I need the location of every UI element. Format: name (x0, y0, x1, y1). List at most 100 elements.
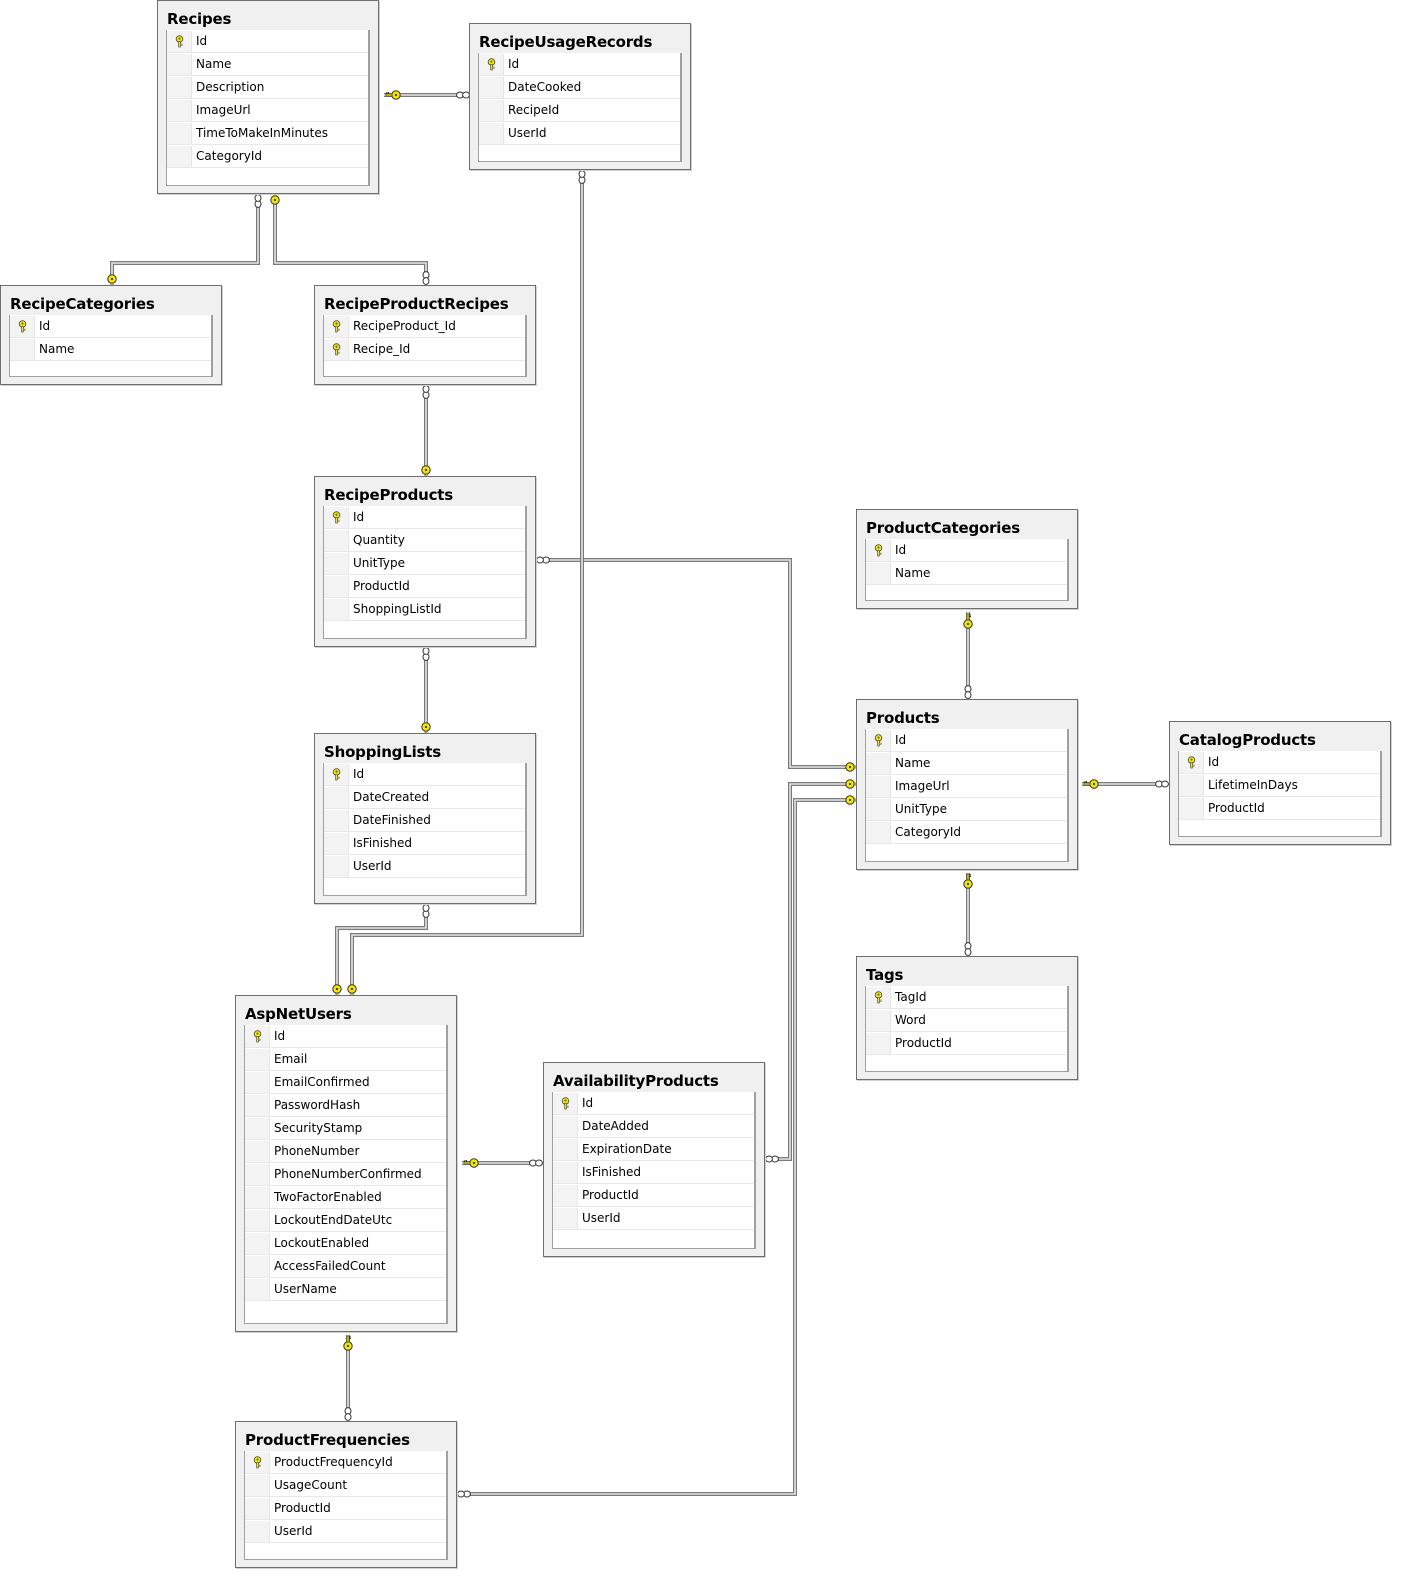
row-selector[interactable] (324, 763, 349, 785)
row-selector[interactable] (245, 1278, 270, 1300)
row-selector[interactable] (10, 315, 35, 337)
column-row[interactable]: Word (866, 1009, 1067, 1032)
table-availabilityProducts[interactable]: AvailabilityProducts Id DateAdded Expira… (543, 1062, 765, 1257)
column-row[interactable]: UsageCount (245, 1474, 446, 1497)
row-selector[interactable] (167, 99, 192, 121)
row-selector[interactable] (324, 832, 349, 854)
row-selector[interactable] (324, 598, 349, 620)
row-selector[interactable] (1179, 751, 1204, 773)
column-row[interactable]: Name (10, 338, 211, 361)
column-row[interactable]: PasswordHash (245, 1094, 446, 1117)
row-selector[interactable] (245, 1232, 270, 1254)
column-row[interactable]: EmailConfirmed (245, 1071, 446, 1094)
row-selector[interactable] (324, 552, 349, 574)
row-selector[interactable] (245, 1071, 270, 1093)
row-selector[interactable] (245, 1186, 270, 1208)
row-selector[interactable] (324, 855, 349, 877)
column-row[interactable]: RecipeProduct_Id (324, 315, 525, 338)
column-row[interactable]: Id (324, 506, 525, 529)
column-row[interactable]: TagId (866, 986, 1067, 1009)
row-selector[interactable] (324, 809, 349, 831)
column-row[interactable]: Id (866, 539, 1067, 562)
rel-products-ap[interactable] (768, 782, 850, 1161)
column-row[interactable]: DateAdded (553, 1115, 754, 1138)
row-selector[interactable] (866, 821, 891, 843)
row-selector[interactable] (324, 575, 349, 597)
row-selector[interactable] (167, 122, 192, 144)
row-selector[interactable] (167, 30, 192, 52)
column-row[interactable]: LifetimeInDays (1179, 774, 1380, 797)
table-shoppingLists[interactable]: ShoppingLists Id DateCreated DateFinishe… (314, 733, 536, 904)
row-selector[interactable] (324, 506, 349, 528)
row-selector[interactable] (479, 53, 504, 75)
column-row[interactable]: Quantity (324, 529, 525, 552)
row-selector[interactable] (553, 1115, 578, 1137)
column-row[interactable]: TimeToMakeInMinutes (167, 122, 368, 145)
column-row[interactable]: UnitType (866, 798, 1067, 821)
column-row[interactable]: RecipeId (479, 99, 680, 122)
column-row[interactable]: ProductFrequencyId (245, 1451, 446, 1474)
row-selector[interactable] (245, 1520, 270, 1542)
row-selector[interactable] (245, 1474, 270, 1496)
row-selector[interactable] (245, 1209, 270, 1231)
row-selector[interactable] (866, 986, 891, 1008)
column-row[interactable]: Recipe_Id (324, 338, 525, 361)
column-row[interactable]: ImageUrl (167, 99, 368, 122)
row-selector[interactable] (245, 1451, 270, 1473)
row-selector[interactable] (553, 1161, 578, 1183)
row-selector[interactable] (245, 1025, 270, 1047)
column-row[interactable]: ProductId (245, 1497, 446, 1520)
table-products[interactable]: Products Id Name ImageUrl UnitType Categ… (856, 699, 1078, 870)
column-row[interactable]: Id (324, 763, 525, 786)
column-row[interactable]: PhoneNumber (245, 1140, 446, 1163)
row-selector[interactable] (245, 1140, 270, 1162)
column-row[interactable]: Name (866, 752, 1067, 775)
row-selector[interactable] (866, 1009, 891, 1031)
row-selector[interactable] (553, 1138, 578, 1160)
row-selector[interactable] (866, 539, 891, 561)
column-row[interactable]: DateFinished (324, 809, 525, 832)
column-row[interactable]: Description (167, 76, 368, 99)
row-selector[interactable] (324, 529, 349, 551)
row-selector[interactable] (324, 315, 349, 337)
row-selector[interactable] (479, 122, 504, 144)
rel-categories-recipes[interactable] (110, 196, 260, 280)
row-selector[interactable] (245, 1117, 270, 1139)
row-selector[interactable] (1179, 797, 1204, 819)
row-selector[interactable] (866, 562, 891, 584)
row-selector[interactable] (479, 99, 504, 121)
table-recipeCategories[interactable]: RecipeCategories Id Name (0, 285, 222, 385)
column-row[interactable]: TwoFactorEnabled (245, 1186, 446, 1209)
column-row[interactable]: UserId (479, 122, 680, 145)
column-row[interactable]: DateCreated (324, 786, 525, 809)
row-selector[interactable] (866, 729, 891, 751)
row-selector[interactable] (167, 145, 192, 167)
row-selector[interactable] (324, 786, 349, 808)
column-row[interactable]: UserId (553, 1207, 754, 1230)
column-row[interactable]: CategoryId (167, 145, 368, 168)
row-selector[interactable] (866, 775, 891, 797)
rel-products-rp[interactable] (540, 558, 850, 769)
column-row[interactable]: Id (866, 729, 1067, 752)
row-selector[interactable] (866, 752, 891, 774)
row-selector[interactable] (245, 1255, 270, 1277)
table-recipeProducts[interactable]: RecipeProducts Id Quantity UnitType Prod… (314, 476, 536, 647)
rel-recipes-rpr[interactable] (273, 196, 428, 280)
column-row[interactable]: Email (245, 1048, 446, 1071)
column-row[interactable]: ImageUrl (866, 775, 1067, 798)
table-recipeProductRecipes[interactable]: RecipeProductRecipes RecipeProduct_Id Re… (314, 285, 536, 385)
row-selector[interactable] (245, 1163, 270, 1185)
table-productFrequencies[interactable]: ProductFrequencies ProductFrequencyId Us… (235, 1421, 457, 1568)
table-recipes[interactable]: Recipes Id Name Description ImageUrl Tim… (157, 0, 379, 194)
row-selector[interactable] (1179, 774, 1204, 796)
column-row[interactable]: LockoutEndDateUtc (245, 1209, 446, 1232)
column-row[interactable]: Id (1179, 751, 1380, 774)
column-row[interactable]: Id (167, 30, 368, 53)
column-row[interactable]: Id (245, 1025, 446, 1048)
column-row[interactable]: UserName (245, 1278, 446, 1301)
column-row[interactable]: SecurityStamp (245, 1117, 446, 1140)
table-aspNetUsers[interactable]: AspNetUsers Id Email EmailConfirmed Pass… (235, 995, 457, 1332)
column-row[interactable]: AccessFailedCount (245, 1255, 446, 1278)
row-selector[interactable] (479, 76, 504, 98)
table-tags[interactable]: Tags TagId Word ProductId (856, 956, 1078, 1080)
